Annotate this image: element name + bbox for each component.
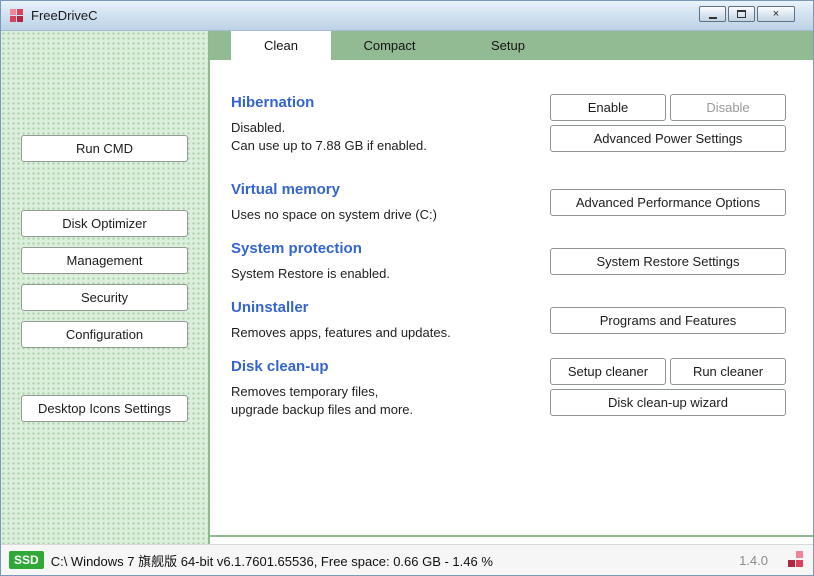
section-buttons: Enable Disable Advanced Power Settings [550, 94, 786, 155]
sidebar: Run CMD Disk Optimizer Management Securi… [1, 31, 208, 544]
section-text-block: Virtual memory Uses no space on system d… [231, 181, 550, 224]
drive-info-text: C:\ Windows 7 旗舰版 64-bit v6.1.7601.65536… [51, 551, 493, 570]
sidebar-button-configuration[interactable]: Configuration [21, 321, 188, 348]
tab-setup[interactable]: Setup [448, 31, 568, 60]
ssd-badge: SSD [9, 551, 44, 569]
disk-cleanup-wizard-button[interactable]: Disk clean-up wizard [550, 389, 786, 416]
section-text-block: Hibernation Disabled. Can use up to 7.88… [231, 94, 550, 155]
sidebar-button-management[interactable]: Management [21, 247, 188, 274]
close-button[interactable]: × [757, 6, 795, 22]
tab-clean[interactable]: Clean [231, 31, 331, 60]
section-text-block: System protection System Restore is enab… [231, 240, 550, 283]
section-text-block: Disk clean-up Removes temporary files, u… [231, 358, 550, 419]
tab-bar: Clean Compact Setup [210, 31, 813, 60]
content-bottom-strip [210, 537, 813, 544]
window-title: FreeDriveC [31, 8, 97, 23]
maximize-button[interactable] [728, 6, 755, 22]
section-title-virtual-memory: Virtual memory [231, 181, 540, 198]
button-row: Setup cleaner Run cleaner [550, 358, 786, 385]
section-line: Removes apps, features and updates. [231, 324, 540, 342]
app-window: FreeDriveC × Run CMD Disk Optimizer Mana… [0, 0, 814, 576]
section-title-hibernation: Hibernation [231, 94, 540, 111]
sidebar-button-disk-optimizer[interactable]: Disk Optimizer [21, 210, 188, 237]
run-cleaner-button[interactable]: Run cleaner [670, 358, 786, 385]
clean-tab-content: Hibernation Disabled. Can use up to 7.88… [210, 60, 813, 537]
section-disk-cleanup: Disk clean-up Removes temporary files, u… [231, 358, 786, 419]
sidebar-button-security[interactable]: Security [21, 284, 188, 311]
advanced-power-settings-button[interactable]: Advanced Power Settings [550, 125, 786, 152]
section-virtual-memory: Virtual memory Uses no space on system d… [231, 181, 786, 224]
section-line: System Restore is enabled. [231, 265, 540, 283]
tab-compact[interactable]: Compact [331, 31, 448, 60]
enable-hibernation-button[interactable]: Enable [550, 94, 666, 121]
disable-hibernation-button: Disable [670, 94, 786, 121]
titlebar[interactable]: FreeDriveC × [1, 1, 813, 31]
sidebar-button-run-cmd[interactable]: Run CMD [21, 135, 188, 162]
section-system-protection: System protection System Restore is enab… [231, 240, 786, 283]
section-uninstaller: Uninstaller Removes apps, features and u… [231, 299, 786, 342]
maximize-icon [737, 10, 746, 18]
app-logo-icon [9, 8, 25, 24]
section-line: Disabled. [231, 119, 540, 137]
logo-corner-icon [785, 550, 805, 570]
section-buttons: System Restore Settings [550, 240, 786, 283]
sidebar-button-desktop-icons-settings[interactable]: Desktop Icons Settings [21, 395, 188, 422]
section-line: Uses no space on system drive (C:) [231, 206, 540, 224]
section-buttons: Setup cleaner Run cleaner Disk clean-up … [550, 358, 786, 419]
window-body: Run CMD Disk Optimizer Management Securi… [1, 31, 813, 544]
section-text-block: Uninstaller Removes apps, features and u… [231, 299, 550, 342]
programs-and-features-button[interactable]: Programs and Features [550, 307, 786, 334]
section-line: Removes temporary files, [231, 383, 540, 401]
main-panel: Clean Compact Setup Hibernation Disabled… [208, 31, 813, 544]
window-controls: × [699, 6, 795, 22]
minimize-icon [709, 17, 717, 19]
setup-cleaner-button[interactable]: Setup cleaner [550, 358, 666, 385]
section-buttons: Advanced Performance Options [550, 181, 786, 224]
section-hibernation: Hibernation Disabled. Can use up to 7.88… [231, 94, 786, 155]
sidebar-group: Disk Optimizer Management Security Confi… [21, 210, 188, 348]
button-row: Enable Disable [550, 94, 786, 121]
section-buttons: Programs and Features [550, 299, 786, 342]
section-title-disk-cleanup: Disk clean-up [231, 358, 540, 375]
status-bar: SSD C:\ Windows 7 旗舰版 64-bit v6.1.7601.6… [1, 544, 813, 575]
section-title-system-protection: System protection [231, 240, 540, 257]
section-line: Can use up to 7.88 GB if enabled. [231, 137, 540, 155]
system-restore-settings-button[interactable]: System Restore Settings [550, 248, 786, 275]
advanced-performance-options-button[interactable]: Advanced Performance Options [550, 189, 786, 216]
minimize-button[interactable] [699, 6, 726, 22]
app-version: 1.4.0 [739, 553, 768, 568]
section-line: upgrade backup files and more. [231, 401, 540, 419]
section-title-uninstaller: Uninstaller [231, 299, 540, 316]
